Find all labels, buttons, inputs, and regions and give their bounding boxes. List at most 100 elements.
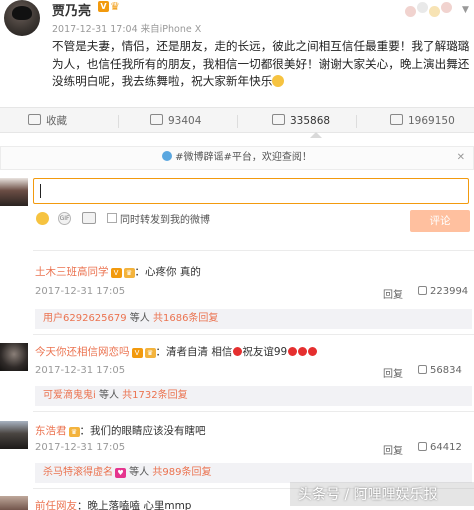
post-content: 不管是夫妻，情侣，还是朋友，走的长远，彼此之间相互信任最重要！我了解璐璐为人，也… <box>52 38 472 91</box>
vip-badge-icon: V <box>98 1 109 12</box>
comment-icon <box>272 114 285 125</box>
submit-comment-button[interactable]: 评论 <box>410 210 470 232</box>
subreply-total[interactable]: 共1686条回复 <box>153 313 218 324</box>
divider <box>33 411 474 412</box>
favorite-icon <box>28 114 41 125</box>
share-icon <box>150 114 163 125</box>
like-icon <box>390 114 403 125</box>
subreply-summary[interactable]: 可爱滴鬼鬼i 等人 共1732条回复 <box>35 386 472 406</box>
weibo-post: 贾乃亮 V ♛ ▼ 2017-12-31 17:04 来自iPhone X 不管… <box>0 0 474 107</box>
subreply-summary[interactable]: 用户6292625679 等人 共1686条回复 <box>35 309 472 329</box>
comment-item: 土木三班高同学 V ♛ ：心疼你 真的 <box>35 264 201 279</box>
watermark: 头条号 / 阿哩哩娱乐报 <box>298 487 438 503</box>
comment-time: 2017-12-31 17:05 <box>35 286 126 297</box>
crown-icon: ♛ <box>68 427 80 437</box>
divider <box>356 115 357 128</box>
comment-text: ：清者自清 相信 <box>155 346 233 358</box>
vip-badge-icon: V <box>110 268 122 278</box>
divider <box>118 115 119 128</box>
commenter-avatar[interactable] <box>0 421 28 449</box>
smile-emoji-icon <box>272 75 285 87</box>
like-count: 1969150 <box>408 115 455 127</box>
source-prefix: 来自 <box>140 24 160 35</box>
decorative-sticker-icon <box>405 0 453 22</box>
comment-item: 今天你还相信网恋吗 V ♛ ：清者自清 相信 祝友谊99 <box>35 344 318 359</box>
subreply-summary[interactable]: 杀马特滚得虚名 ♥ 等人 共989条回复 <box>35 463 472 483</box>
comment-item: 东浩君 ♛ ：我们的眼睛应该没有瞎吧 <box>35 423 206 438</box>
reply-button[interactable]: 回复 <box>383 286 403 301</box>
notice-text[interactable]: #微博辟谣#平台，欢迎查阅！ <box>175 152 312 163</box>
comment-username[interactable]: 今天你还相信网恋吗 <box>35 346 130 358</box>
commenter-avatar[interactable] <box>0 496 28 510</box>
heart-icon <box>233 347 243 356</box>
subreply-text: 等人 <box>95 390 123 401</box>
subreply-text: 等人 <box>126 467 153 478</box>
thumb-up-icon <box>418 442 427 451</box>
badge-icon: ♥ <box>115 468 126 478</box>
comment-button[interactable]: 335868 <box>272 108 330 134</box>
comment-time: 2017-12-31 17:05 <box>35 442 126 453</box>
comment-caret-icon <box>310 132 322 138</box>
comment-like-button[interactable]: 223994 <box>418 286 468 297</box>
info-icon <box>162 151 173 161</box>
subreply-total[interactable]: 共1732条回复 <box>122 390 187 401</box>
post-text: 不管是夫妻，情侣，还是朋友，走的长远，彼此之间相互信任最重要！我了解璐璐为人，也… <box>52 39 470 88</box>
image-icon[interactable] <box>82 212 96 224</box>
reply-button[interactable]: 回复 <box>383 365 403 380</box>
commenter-avatar[interactable] <box>0 262 28 290</box>
forward-checkbox[interactable] <box>107 213 117 223</box>
subreply-text: 等人 <box>126 313 153 324</box>
text-cursor <box>40 184 41 198</box>
like-button[interactable]: 1969150 <box>390 108 455 134</box>
divider <box>33 250 474 251</box>
post-meta: 2017-12-31 17:04 来自iPhone X <box>52 21 201 35</box>
divider <box>237 115 238 128</box>
comment-like-count: 64412 <box>430 442 462 453</box>
comment-text: ：心疼你 真的 <box>134 266 201 278</box>
author-avatar[interactable] <box>4 0 40 36</box>
post-timestamp[interactable]: 2017-12-31 17:04 <box>52 24 138 35</box>
subreply-user[interactable]: 可爱滴鬼鬼i <box>43 390 96 401</box>
commenter-avatar[interactable] <box>0 343 28 371</box>
comment-count: 335868 <box>290 115 331 127</box>
comment-time: 2017-12-31 17:05 <box>35 365 126 376</box>
crown-icon: ♛ <box>110 0 120 13</box>
thumb-up-icon <box>418 286 427 295</box>
comment-item: 前任网友：晚上落嗑嗑 心里mmp <box>35 498 191 510</box>
reply-button[interactable]: 回复 <box>383 442 403 457</box>
crown-icon: ♛ <box>123 268 135 278</box>
vip-badge-icon: V <box>131 348 143 358</box>
share-count: 93404 <box>168 115 202 127</box>
emoji-icon[interactable] <box>36 212 49 225</box>
gif-icon[interactable]: GIF <box>58 212 71 225</box>
comment-like-count: 56834 <box>430 365 462 376</box>
comment-username[interactable]: 土木三班高同学 <box>35 266 109 278</box>
subreply-total[interactable]: 共989条回复 <box>152 467 211 478</box>
favorite-label: 收藏 <box>46 115 67 127</box>
comment-username[interactable]: 前任网友 <box>35 500 77 510</box>
subreply-user[interactable]: 杀马特滚得虚名 <box>43 467 113 478</box>
subreply-user[interactable]: 用户6292625679 <box>43 313 127 324</box>
comment-like-button[interactable]: 64412 <box>418 442 462 453</box>
comment-username[interactable]: 东浩君 <box>35 425 67 437</box>
heart-icon <box>308 347 318 356</box>
chevron-down-icon[interactable]: ▼ <box>462 5 469 15</box>
heart-icon <box>298 347 308 356</box>
share-button[interactable]: 93404 <box>150 108 201 134</box>
comment-like-button[interactable]: 56834 <box>418 365 462 376</box>
notice-banner: #微博辟谣#平台，欢迎查阅！ ✕ <box>0 146 474 170</box>
comment-input[interactable] <box>33 178 469 204</box>
current-user-avatar <box>0 178 28 206</box>
post-source: iPhone X <box>159 24 202 35</box>
heart-icon <box>288 347 298 356</box>
favorite-button[interactable]: 收藏 <box>28 108 67 134</box>
close-icon[interactable]: ✕ <box>457 147 465 169</box>
post-author[interactable]: 贾乃亮 <box>52 0 91 19</box>
comment-text: ：我们的眼睛应该没有瞎吧 <box>79 425 206 437</box>
thumb-up-icon <box>418 365 427 374</box>
divider <box>33 334 474 335</box>
comment-text-suffix: 祝友谊99 <box>242 346 288 358</box>
action-bar: 收藏 93404 335868 1969150 <box>0 107 474 133</box>
comment-like-count: 223994 <box>430 286 469 297</box>
crown-icon: ♛ <box>144 348 156 358</box>
